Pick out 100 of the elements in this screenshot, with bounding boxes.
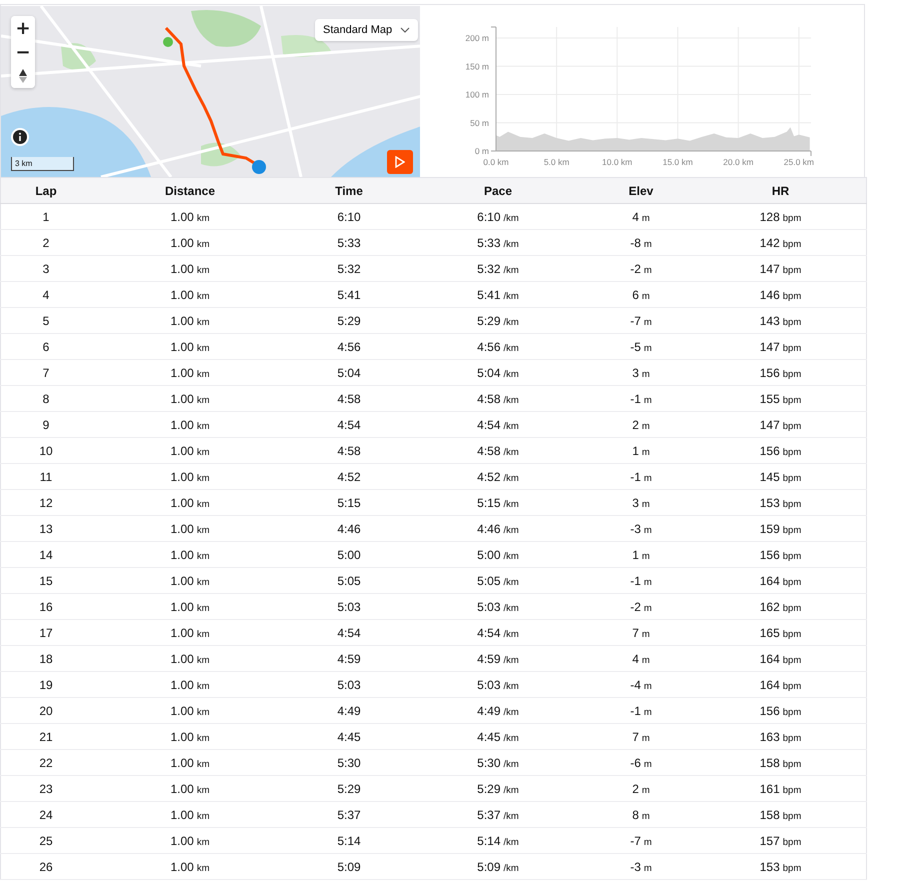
table-cell: -6 m xyxy=(587,750,695,776)
table-cell: 16 xyxy=(0,594,91,620)
table-cell: 7 m xyxy=(587,724,695,750)
table-cell: 2 xyxy=(0,230,91,256)
table-cell: 4:45 xyxy=(289,724,409,750)
scale-bar: 3 km xyxy=(11,157,74,171)
table-cell: 1.00 km xyxy=(91,750,289,776)
column-header: Lap xyxy=(0,178,91,204)
zoom-in-button[interactable]: + xyxy=(11,16,35,40)
table-cell: 6 xyxy=(0,334,91,360)
table-cell: 1.00 km xyxy=(91,308,289,334)
table-cell: 5 xyxy=(0,308,91,334)
table-cell: 4:54 xyxy=(289,620,409,646)
table-cell: 1.00 km xyxy=(91,438,289,464)
table-cell: 4:54 xyxy=(289,412,409,438)
table-cell: -7 m xyxy=(587,308,695,334)
table-cell: 5:29 xyxy=(289,776,409,802)
table-cell: -1 m xyxy=(587,464,695,490)
table-cell: 158 bpm xyxy=(695,750,866,776)
table-cell: 5:32 xyxy=(289,256,409,282)
table-cell: -3 m xyxy=(587,854,695,880)
play-button[interactable] xyxy=(387,150,413,174)
table-cell: 12 xyxy=(0,490,91,516)
table-cell: 18 xyxy=(0,646,91,672)
table-cell: 4:46 xyxy=(289,516,409,542)
table-cell: 5:05 /km xyxy=(409,568,587,594)
table-cell: 5:14 /km xyxy=(409,828,587,854)
table-cell: 1.00 km xyxy=(91,620,289,646)
table-cell: 163 bpm xyxy=(695,724,866,750)
table-cell: 3 m xyxy=(587,490,695,516)
table-cell: 4:46 /km xyxy=(409,516,587,542)
column-header: Pace xyxy=(409,178,587,204)
table-cell: 162 bpm xyxy=(695,594,866,620)
table-cell: 22 xyxy=(0,750,91,776)
table-cell: 1.00 km xyxy=(91,542,289,568)
y-tick-label: 0 m xyxy=(474,146,489,156)
table-cell: 5:15 xyxy=(289,490,409,516)
table-cell: 15 xyxy=(0,568,91,594)
table-cell: 8 xyxy=(0,386,91,412)
y-tick-label: 200 m xyxy=(465,33,489,43)
table-cell: 6 m xyxy=(587,282,695,308)
table-cell: 5:29 xyxy=(289,308,409,334)
table-cell: 4:59 xyxy=(289,646,409,672)
table-cell: 155 bpm xyxy=(695,386,866,412)
table-cell: 159 bpm xyxy=(695,516,866,542)
table-cell: -1 m xyxy=(587,568,695,594)
table-cell: 5:03 xyxy=(289,594,409,620)
table-cell: 158 bpm xyxy=(695,802,866,828)
table-cell: 5:03 /km xyxy=(409,672,587,698)
table-cell: 164 bpm xyxy=(695,568,866,594)
table-cell: 4 xyxy=(0,282,91,308)
table-cell: 5:09 xyxy=(289,854,409,880)
table-cell: 5:29 /km xyxy=(409,776,587,802)
table-cell: 1.00 km xyxy=(91,776,289,802)
table-cell: 1.00 km xyxy=(91,802,289,828)
table-cell: 5:30 /km xyxy=(409,750,587,776)
table-cell: 4:52 /km xyxy=(409,464,587,490)
table-cell: 4:54 /km xyxy=(409,412,587,438)
table-cell: 4:52 xyxy=(289,464,409,490)
table-cell: 147 bpm xyxy=(695,256,866,282)
table-cell: 19 xyxy=(0,672,91,698)
column-header: HR xyxy=(695,178,866,204)
x-tick-label: 0.0 km xyxy=(483,157,509,167)
table-cell: 11 xyxy=(0,464,91,490)
table-cell: 1.00 km xyxy=(91,646,289,672)
x-tick-label: 5.0 km xyxy=(544,157,570,167)
table-cell: 17 xyxy=(0,620,91,646)
table-cell: 4:56 /km xyxy=(409,334,587,360)
table-cell: 146 bpm xyxy=(695,282,866,308)
table-cell: 1.00 km xyxy=(91,386,289,412)
table-cell: 21 xyxy=(0,724,91,750)
table-cell: 165 bpm xyxy=(695,620,866,646)
table-cell: 13 xyxy=(0,516,91,542)
table-cell: 5:33 xyxy=(289,230,409,256)
compass-icon xyxy=(19,69,27,83)
x-tick-label: 15.0 km xyxy=(662,157,693,167)
table-cell: 5:41 /km xyxy=(409,282,587,308)
zoom-out-button[interactable]: − xyxy=(11,40,35,64)
table-cell: 5:37 xyxy=(289,802,409,828)
table-cell: 156 bpm xyxy=(695,698,866,724)
table-cell: 1.00 km xyxy=(91,854,289,880)
table-cell: 5:29 /km xyxy=(409,308,587,334)
table-cell: 1.00 km xyxy=(91,724,289,750)
table-cell: 4:58 xyxy=(289,438,409,464)
table-cell: 153 bpm xyxy=(695,490,866,516)
map-type-dropdown[interactable]: Standard Map xyxy=(315,19,418,41)
table-cell: 1.00 km xyxy=(91,672,289,698)
table-cell: 3 xyxy=(0,256,91,282)
table-cell: 4:59 /km xyxy=(409,646,587,672)
table-cell: 4:58 /km xyxy=(409,386,587,412)
table-cell: 5:04 /km xyxy=(409,360,587,386)
table-cell: 14 xyxy=(0,542,91,568)
table-cell: 4:45 /km xyxy=(409,724,587,750)
column-header: Distance xyxy=(91,178,289,204)
table-cell: -3 m xyxy=(587,516,695,542)
table-cell: 2 m xyxy=(587,776,695,802)
table-cell: 6:10 /km xyxy=(409,204,587,230)
table-cell: 5:09 /km xyxy=(409,854,587,880)
compass-button[interactable] xyxy=(11,64,35,88)
table-cell: 7 xyxy=(0,360,91,386)
